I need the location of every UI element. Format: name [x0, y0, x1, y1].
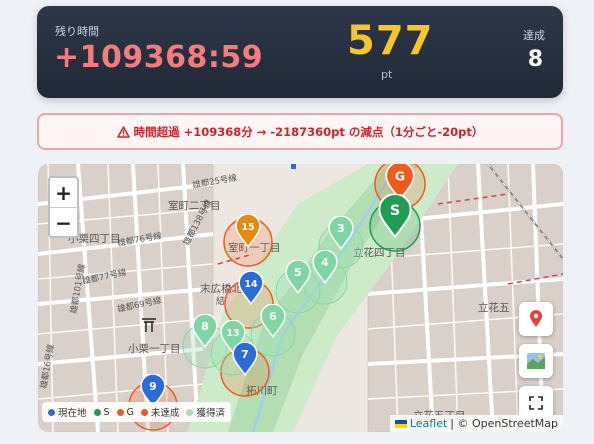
map-marker-7[interactable]: 7 — [232, 342, 258, 376]
remaining-time-value: +109368:59 — [54, 40, 264, 75]
legend-label: S — [103, 406, 110, 418]
legend-item: 未達成 — [140, 405, 180, 419]
achieved-value: 8 — [527, 47, 543, 72]
fullscreen-icon — [529, 396, 543, 410]
svg-text:G: G — [395, 168, 405, 183]
svg-text:5: 5 — [294, 266, 302, 279]
legend-label: G — [126, 406, 134, 418]
pin-icon — [530, 310, 542, 327]
map-marker-5[interactable]: 5 — [285, 260, 311, 294]
svg-text:立花五: 立花五 — [478, 301, 510, 314]
svg-text:7: 7 — [241, 348, 249, 361]
map-marker-15[interactable]: 15 — [235, 214, 261, 248]
remaining-time-label: 残り時間 — [55, 25, 99, 38]
svg-text:6: 6 — [269, 310, 277, 323]
legend-label: 獲得済 — [196, 408, 225, 419]
points-value: 577 — [347, 18, 434, 64]
status-header: 残り時間 +109368:59 577 pt 達成 8 — [37, 6, 563, 98]
map-marker-4[interactable]: 4 — [312, 250, 338, 284]
legend-dot — [48, 408, 55, 416]
locate-button[interactable] — [519, 302, 553, 336]
leaflet-link[interactable]: Leaflet — [410, 417, 447, 430]
map-view[interactable]: 室町二丁目 室町一丁目 小栗四丁目 末広橋北 小栗一丁目 立花四丁目 立花五 拓… — [38, 164, 563, 432]
svg-text:結: 結 — [216, 295, 225, 307]
legend-item: 獲得済 — [186, 405, 225, 419]
svg-text:3: 3 — [337, 222, 345, 235]
alert-text: 時間超過 +109368分 → -2187360pt の減点（1分ごと-20pt… — [133, 124, 484, 139]
svg-text:14: 14 — [244, 279, 258, 290]
map-marker-8[interactable]: 8 — [192, 314, 218, 348]
svg-text:8: 8 — [201, 320, 209, 333]
warning-icon — [116, 125, 130, 138]
zoom-control: + − — [48, 176, 79, 238]
legend-item: G — [116, 406, 134, 418]
svg-text:9: 9 — [149, 380, 157, 393]
ukraine-flag-icon — [394, 419, 407, 428]
overtime-alert: 時間超過 +109368分 → -2187360pt の減点（1分ごと-20pt… — [37, 113, 563, 150]
map-marker-3[interactable]: 3 — [328, 216, 354, 250]
achieved-label: 達成 — [523, 29, 545, 42]
legend-item: 現在地 — [48, 405, 87, 419]
legend-dot — [93, 408, 101, 416]
svg-text:S: S — [390, 203, 400, 219]
zoom-in-button[interactable]: + — [50, 178, 77, 207]
osm-attribution[interactable]: | © OpenStreetMap — [450, 417, 558, 430]
legend-label: 未達成 — [150, 408, 180, 419]
zoom-out-button[interactable]: − — [50, 207, 77, 237]
map-attribution: Leaflet | © OpenStreetMap — [389, 415, 563, 432]
map-tiles: 室町二丁目 室町一丁目 小栗四丁目 末広橋北 小栗一丁目 立花四丁目 立花五 拓… — [38, 164, 563, 432]
svg-text:小栗一丁目: 小栗一丁目 — [128, 343, 181, 355]
legend-dot — [186, 408, 194, 416]
map-marker-6[interactable]: 6 — [260, 304, 286, 338]
map-legend: 現在地 S G 未達成 獲得済 — [42, 402, 231, 422]
svg-text:4: 4 — [321, 256, 329, 269]
map-marker-14[interactable]: 14 — [238, 271, 264, 305]
legend-dot — [140, 408, 148, 416]
legend-item: S — [93, 406, 110, 418]
svg-text:13: 13 — [226, 328, 239, 339]
legend-label: 現在地 — [58, 408, 87, 419]
legend-dot — [116, 408, 124, 416]
map-marker-s[interactable]: S — [378, 194, 412, 239]
map-icon — [527, 353, 545, 369]
layer-button[interactable] — [519, 344, 553, 378]
svg-text:15: 15 — [241, 222, 254, 233]
points-unit: pt — [381, 68, 393, 81]
